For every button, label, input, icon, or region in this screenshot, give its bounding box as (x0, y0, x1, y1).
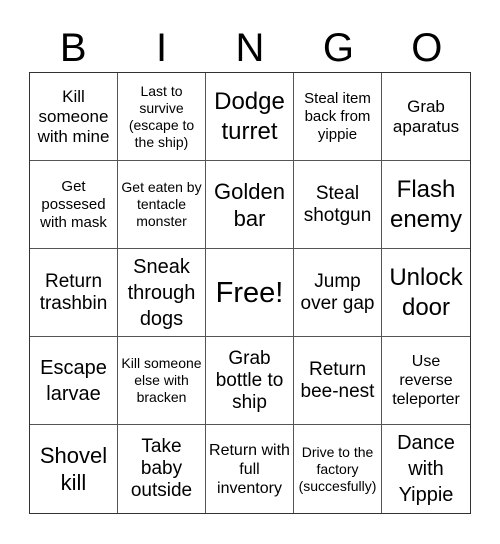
bingo-cell[interactable]: Dance with Yippie (382, 425, 470, 513)
cell-text: Grab aparatus (392, 96, 460, 136)
cell-text: Return trashbin (39, 270, 108, 314)
bingo-header: B I N G O (29, 24, 471, 72)
bingo-cell[interactable]: Get possesed with mask (30, 161, 118, 249)
bingo-cell[interactable]: Last to survive (escape to the ship) (118, 73, 206, 161)
bingo-cell[interactable]: Kill someone else with bracken (118, 337, 206, 425)
bingo-cell[interactable]: Return trashbin (30, 249, 118, 337)
cell-text: Steal item back from yippie (304, 89, 371, 143)
cell-text: Get possesed with mask (40, 177, 107, 231)
bingo-cell[interactable]: Steal item back from yippie (294, 73, 382, 161)
cell-text: Last to survive (escape to the ship) (128, 82, 195, 150)
cell-text: Unlock door (389, 263, 463, 321)
bingo-cell[interactable]: Golden bar (206, 161, 294, 249)
cell-text: Shovel kill (39, 443, 108, 495)
cell-text: Drive to the factory (succesfully) (298, 443, 377, 494)
cell-text: Jump over gap (300, 270, 375, 314)
bingo-cell[interactable]: Flash enemy (382, 161, 470, 249)
cell-text: Grab bottle to ship (215, 347, 284, 413)
bingo-cell-free[interactable]: Free! (206, 249, 294, 337)
bingo-grid: Kill someone with mine Last to survive (… (29, 72, 471, 514)
bingo-cell[interactable]: Grab aparatus (382, 73, 470, 161)
bingo-cell[interactable]: Take baby outside (118, 425, 206, 513)
header-letter-o: O (411, 26, 443, 70)
cell-text: Return bee-nest (300, 358, 375, 402)
cell-text: Free! (215, 276, 284, 309)
bingo-cell[interactable]: Escape larvae (30, 337, 118, 425)
bingo-cell[interactable]: Steal shotgun (294, 161, 382, 249)
bingo-cell[interactable]: Shovel kill (30, 425, 118, 513)
bingo-cell[interactable]: Kill someone with mine (30, 73, 118, 161)
bingo-cell[interactable]: Return with full inventory (206, 425, 294, 513)
cell-text: Flash enemy (389, 175, 463, 233)
bingo-cell[interactable]: Use reverse teleporter (382, 337, 470, 425)
cell-text: Kill someone else with bracken (121, 355, 202, 405)
bingo-cell[interactable]: Sneak through dogs (118, 249, 206, 337)
bingo-cell[interactable]: Jump over gap (294, 249, 382, 337)
cell-text: Escape larvae (40, 356, 107, 405)
cell-text: Steal shotgun (303, 182, 372, 226)
header-letter-n: N (235, 26, 265, 70)
cell-text: Dodge turret (214, 87, 285, 145)
header-letter-g: G (322, 26, 354, 70)
bingo-cell[interactable]: Grab bottle to ship (206, 337, 294, 425)
cell-text: Kill someone with mine (37, 86, 110, 146)
bingo-cell[interactable]: Return bee-nest (294, 337, 382, 425)
cell-text: Get eaten by tentacle monster (121, 179, 202, 229)
bingo-cell[interactable]: Unlock door (382, 249, 470, 337)
cell-text: Golden bar (214, 178, 285, 231)
cell-text: Sneak through dogs (127, 255, 196, 330)
cell-text: Return with full inventory (209, 441, 290, 497)
cell-text: Dance with Yippie (397, 432, 455, 506)
bingo-cell[interactable]: Dodge turret (206, 73, 294, 161)
bingo-cell[interactable]: Get eaten by tentacle monster (118, 161, 206, 249)
bingo-cell[interactable]: Drive to the factory (succesfully) (294, 425, 382, 513)
cell-text: Take baby outside (130, 436, 193, 501)
cell-text: Use reverse teleporter (392, 353, 460, 408)
header-letter-i: I (156, 26, 168, 70)
header-letter-b: B (59, 26, 87, 70)
